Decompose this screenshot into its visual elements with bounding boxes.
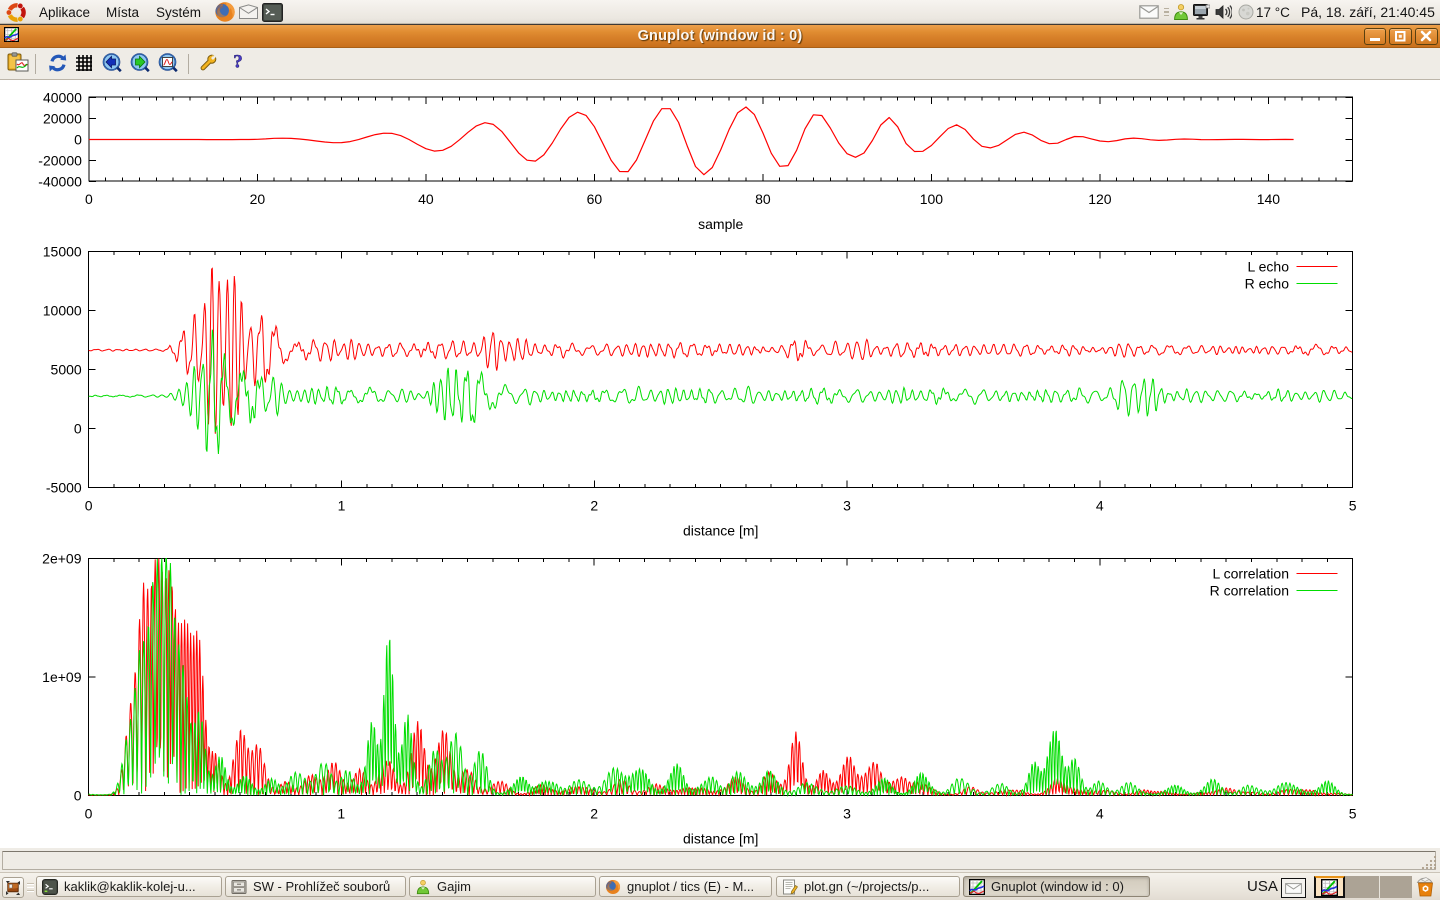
svg-text:distance [m]: distance [m] <box>683 523 758 539</box>
svg-text:-40000: -40000 <box>38 174 82 190</box>
svg-text:3: 3 <box>843 805 851 821</box>
svg-text:0: 0 <box>85 191 93 207</box>
svg-text:0: 0 <box>85 498 93 514</box>
svg-text:0: 0 <box>74 787 82 803</box>
svg-text:60: 60 <box>587 191 603 207</box>
svg-text:40000: 40000 <box>43 90 82 106</box>
svg-text:5: 5 <box>1349 498 1357 514</box>
svg-text:0: 0 <box>74 132 82 148</box>
svg-text:80: 80 <box>755 191 771 207</box>
svg-text:sample: sample <box>698 216 743 232</box>
svg-text:4: 4 <box>1096 498 1104 514</box>
svg-text:5000: 5000 <box>51 362 82 378</box>
svg-text:0: 0 <box>74 421 82 437</box>
svg-text:1e+09: 1e+09 <box>42 669 82 685</box>
svg-text:20: 20 <box>250 191 266 207</box>
svg-text:5: 5 <box>1349 805 1357 821</box>
svg-text:140: 140 <box>1257 191 1281 207</box>
svg-text:1: 1 <box>338 498 346 514</box>
svg-text:10000: 10000 <box>43 303 82 319</box>
svg-text:4: 4 <box>1096 805 1104 821</box>
svg-text:3: 3 <box>843 498 851 514</box>
svg-text:2: 2 <box>590 498 598 514</box>
svg-text:-20000: -20000 <box>38 153 82 169</box>
svg-text:0: 0 <box>85 805 93 821</box>
svg-text:R echo: R echo <box>1245 276 1290 292</box>
svg-text:L correlation: L correlation <box>1212 566 1289 582</box>
svg-text:distance [m]: distance [m] <box>683 830 758 846</box>
svg-text:2: 2 <box>590 805 598 821</box>
svg-text:15000: 15000 <box>43 244 82 260</box>
svg-text:100: 100 <box>920 191 944 207</box>
svg-text:-5000: -5000 <box>46 480 82 496</box>
svg-text:1: 1 <box>337 805 345 821</box>
svg-text:20000: 20000 <box>43 111 82 127</box>
svg-text:2e+09: 2e+09 <box>42 551 82 567</box>
svg-text:R correlation: R correlation <box>1210 583 1289 599</box>
svg-text:40: 40 <box>418 191 434 207</box>
svg-text:120: 120 <box>1088 191 1112 207</box>
svg-text:?: ? <box>233 52 243 72</box>
svg-text:L echo: L echo <box>1247 259 1289 275</box>
